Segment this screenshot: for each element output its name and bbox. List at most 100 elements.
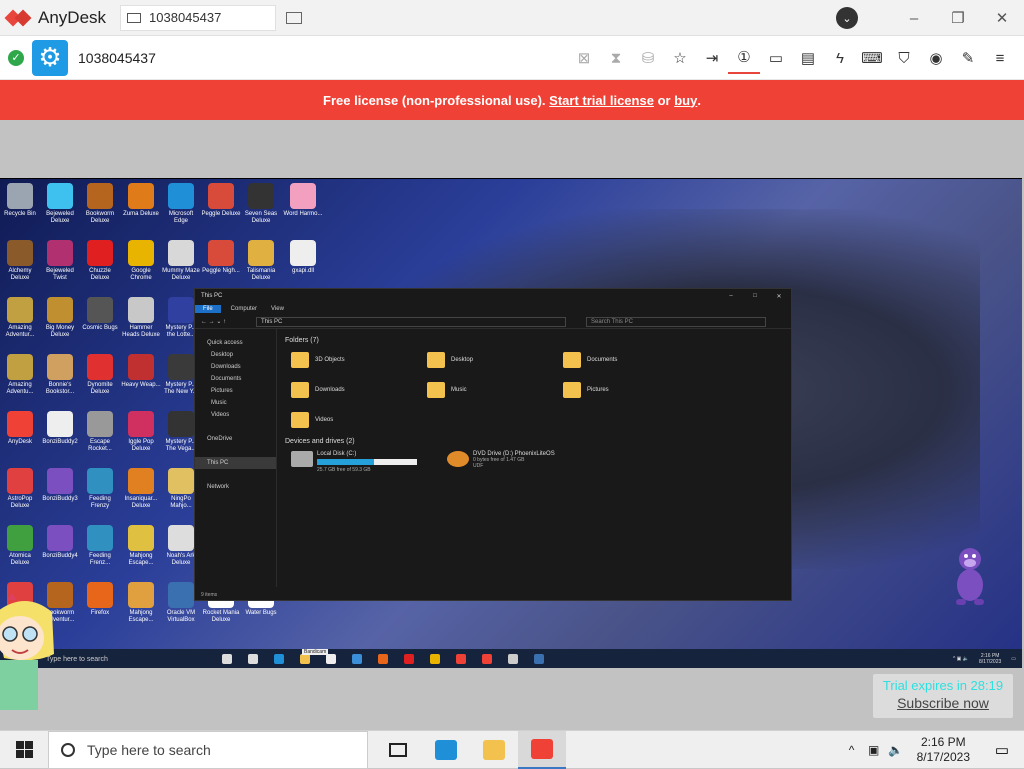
remote-search[interactable]: Type here to search (46, 656, 206, 663)
ribbon-computer-tab[interactable]: Computer (231, 306, 257, 312)
folder-item[interactable]: Music (427, 380, 563, 400)
actions-bolt-icon[interactable]: ϟ (824, 42, 856, 74)
desktop-icon[interactable]: Mummy Maze Deluxe (161, 240, 201, 282)
chat-icon[interactable]: ▤ (792, 42, 824, 74)
drive-item[interactable]: DVD Drive (D:) PhoenixLiteOS 0 bytes free… (447, 451, 555, 473)
explorer-minimize-icon[interactable]: – (719, 293, 743, 300)
subscribe-link[interactable]: Subscribe now (873, 695, 1013, 711)
nav-item[interactable]: Network (195, 481, 276, 493)
remote-taskbar-app[interactable] (344, 651, 370, 667)
explorer-search[interactable]: Search This PC (586, 316, 767, 327)
folder-item[interactable]: Documents (563, 350, 699, 370)
close-icon[interactable]: ✕ (980, 0, 1024, 36)
desktop-icon[interactable]: Cosmic Bugs (80, 297, 120, 332)
remote-avatar[interactable]: ⚙ (32, 39, 68, 76)
nav-item[interactable]: Pictures (195, 385, 276, 397)
buy-link[interactable]: buy (674, 93, 697, 108)
remote-taskbar-app[interactable] (526, 651, 552, 667)
permissions-shield-icon[interactable]: ⛉ (888, 42, 920, 74)
desktop-icon[interactable]: Recycle Bin (0, 183, 40, 218)
desktop-icon[interactable]: Amazing Adventur... (0, 297, 40, 339)
file-explorer-window[interactable]: This PC – □ ✕ File Computer View ← → ⌄ ↑… (194, 288, 792, 601)
nav-item[interactable]: Quick access (195, 337, 276, 349)
folder-item[interactable]: Downloads (291, 380, 427, 400)
explorer-path[interactable]: This PC (256, 316, 567, 327)
folders-header[interactable]: Folders (7) (285, 337, 785, 344)
desktop-icon[interactable]: Bookworm Deluxe (80, 183, 120, 225)
nav-item[interactable]: Desktop (195, 349, 276, 361)
desktop-icon[interactable]: Heavy Weap... (121, 354, 161, 389)
desktop-icon[interactable]: Mahjong Escape... (121, 525, 161, 567)
privacy-icon[interactable]: ⊠ (568, 42, 600, 74)
desktop-icon[interactable]: BonziBuddy2 (40, 411, 80, 446)
profile-icon[interactable]: ⌄ (836, 7, 858, 29)
nav-item[interactable]: Downloads (195, 361, 276, 373)
desktop-icon[interactable]: Feeding Frenz... (80, 525, 120, 567)
desktop-icon[interactable]: BonziBuddy4 (40, 525, 80, 560)
desktop-icon[interactable]: AnyDesk (0, 411, 40, 446)
favorite-star-icon[interactable]: ☆ (664, 42, 696, 74)
ribbon-view-tab[interactable]: View (271, 306, 284, 312)
desktop-icon[interactable]: Feeding Frenzy (80, 468, 120, 510)
remote-taskbar-app[interactable] (266, 651, 292, 667)
monitor-1-icon[interactable]: ① (728, 42, 760, 74)
nav-item[interactable]: Music (195, 397, 276, 409)
display-icon[interactable]: ▭ (760, 42, 792, 74)
menu-icon[interactable]: ≡ (984, 42, 1016, 74)
folder-item[interactable]: Pictures (563, 380, 699, 400)
desktop-icon[interactable]: Google Chrome (121, 240, 161, 282)
folder-item[interactable]: 3D Objects (291, 350, 427, 370)
record-icon[interactable]: ◉ (920, 42, 952, 74)
file-explorer-icon[interactable] (470, 731, 518, 769)
remote-taskbar-app[interactable] (240, 651, 266, 667)
desktop-icon[interactable]: BonziBuddy3 (40, 468, 80, 503)
desktop-icon[interactable]: Word Harmo... (283, 183, 323, 218)
remote-viewport[interactable]: Recycle Bin Bejeweled Deluxe Bookworm Delu… (0, 120, 1024, 730)
desktop-icon[interactable]: Bejeweled Twist (40, 240, 80, 282)
tray-chevron-icon[interactable]: ^ (841, 743, 863, 757)
file-transfer-icon[interactable]: ⇥ (696, 42, 728, 74)
nav-item[interactable]: This PC (195, 457, 276, 469)
nav-arrows-icon[interactable]: ← → ⌄ ↑ (201, 318, 226, 325)
volume-icon[interactable]: 🔈 (885, 743, 907, 757)
desktop-icon[interactable]: Bejeweled Deluxe (40, 183, 80, 225)
clock[interactable]: 2:16 PM 8/17/2023 (917, 735, 970, 765)
folder-item[interactable]: Videos (291, 410, 427, 430)
desktop-icon[interactable]: Atomica Deluxe (0, 525, 40, 567)
desktop-icon[interactable]: Hammer Heads Deluxe (121, 297, 161, 339)
remote-taskbar-app[interactable] (396, 651, 422, 667)
nav-item[interactable]: OneDrive (195, 433, 276, 445)
remote-tray-icons[interactable]: ^ ▣ 🔈 (953, 656, 969, 662)
drive-item[interactable]: Local Disk (C:) 25.7 GB free of 59.3 GB (291, 451, 417, 473)
desktop-icon[interactable]: Escape Rocket... (80, 411, 120, 453)
desktop-icon[interactable]: Mahjong Escape... (121, 582, 161, 624)
explorer-close-icon[interactable]: ✕ (767, 293, 791, 300)
ribbon-file-tab[interactable]: File (195, 305, 221, 313)
remote-taskbar-app[interactable] (474, 651, 500, 667)
address-tab[interactable]: 1038045437 (120, 4, 277, 31)
desktop-icon[interactable]: gxapi.dll (283, 240, 323, 275)
remote-taskbar-app[interactable] (500, 651, 526, 667)
desktop-icon[interactable]: Chuzzle Deluxe (80, 240, 120, 282)
new-session-icon[interactable] (286, 11, 303, 24)
explorer-maximize-icon[interactable]: □ (743, 293, 767, 300)
desktop-icon[interactable]: Dynomite Deluxe (80, 354, 120, 396)
maximize-icon[interactable]: ❐ (936, 0, 980, 36)
folder-item[interactable]: Desktop (427, 350, 563, 370)
pen-icon[interactable]: ✎ (952, 42, 984, 74)
nav-item[interactable]: Videos (195, 409, 276, 421)
remote-notification-icon[interactable]: ▭ (1011, 656, 1016, 662)
remote-desktop[interactable]: Recycle Bin Bejeweled Deluxe Bookworm Delu… (0, 178, 1022, 668)
database-icon[interactable]: ⛁ (632, 42, 664, 74)
hourglass-icon[interactable]: ⧗ (600, 42, 632, 74)
desktop-icon[interactable]: Peggle Deluxe (201, 183, 241, 218)
desktop-icon[interactable]: Firefox (80, 582, 120, 617)
drives-header[interactable]: Devices and drives (2) (285, 438, 785, 445)
desktop-icon[interactable]: Insaniquar... Deluxe (121, 468, 161, 510)
keyboard-icon[interactable]: ⌨ (856, 42, 888, 74)
desktop-icon[interactable]: Amazing Adventu... (0, 354, 40, 396)
desktop-icon[interactable]: AstroPop Deluxe (0, 468, 40, 510)
taskbar-search[interactable]: Type here to search (48, 730, 368, 769)
notification-icon[interactable]: ▭ (980, 731, 1024, 769)
desktop-icon[interactable]: Zuma Deluxe (121, 183, 161, 218)
